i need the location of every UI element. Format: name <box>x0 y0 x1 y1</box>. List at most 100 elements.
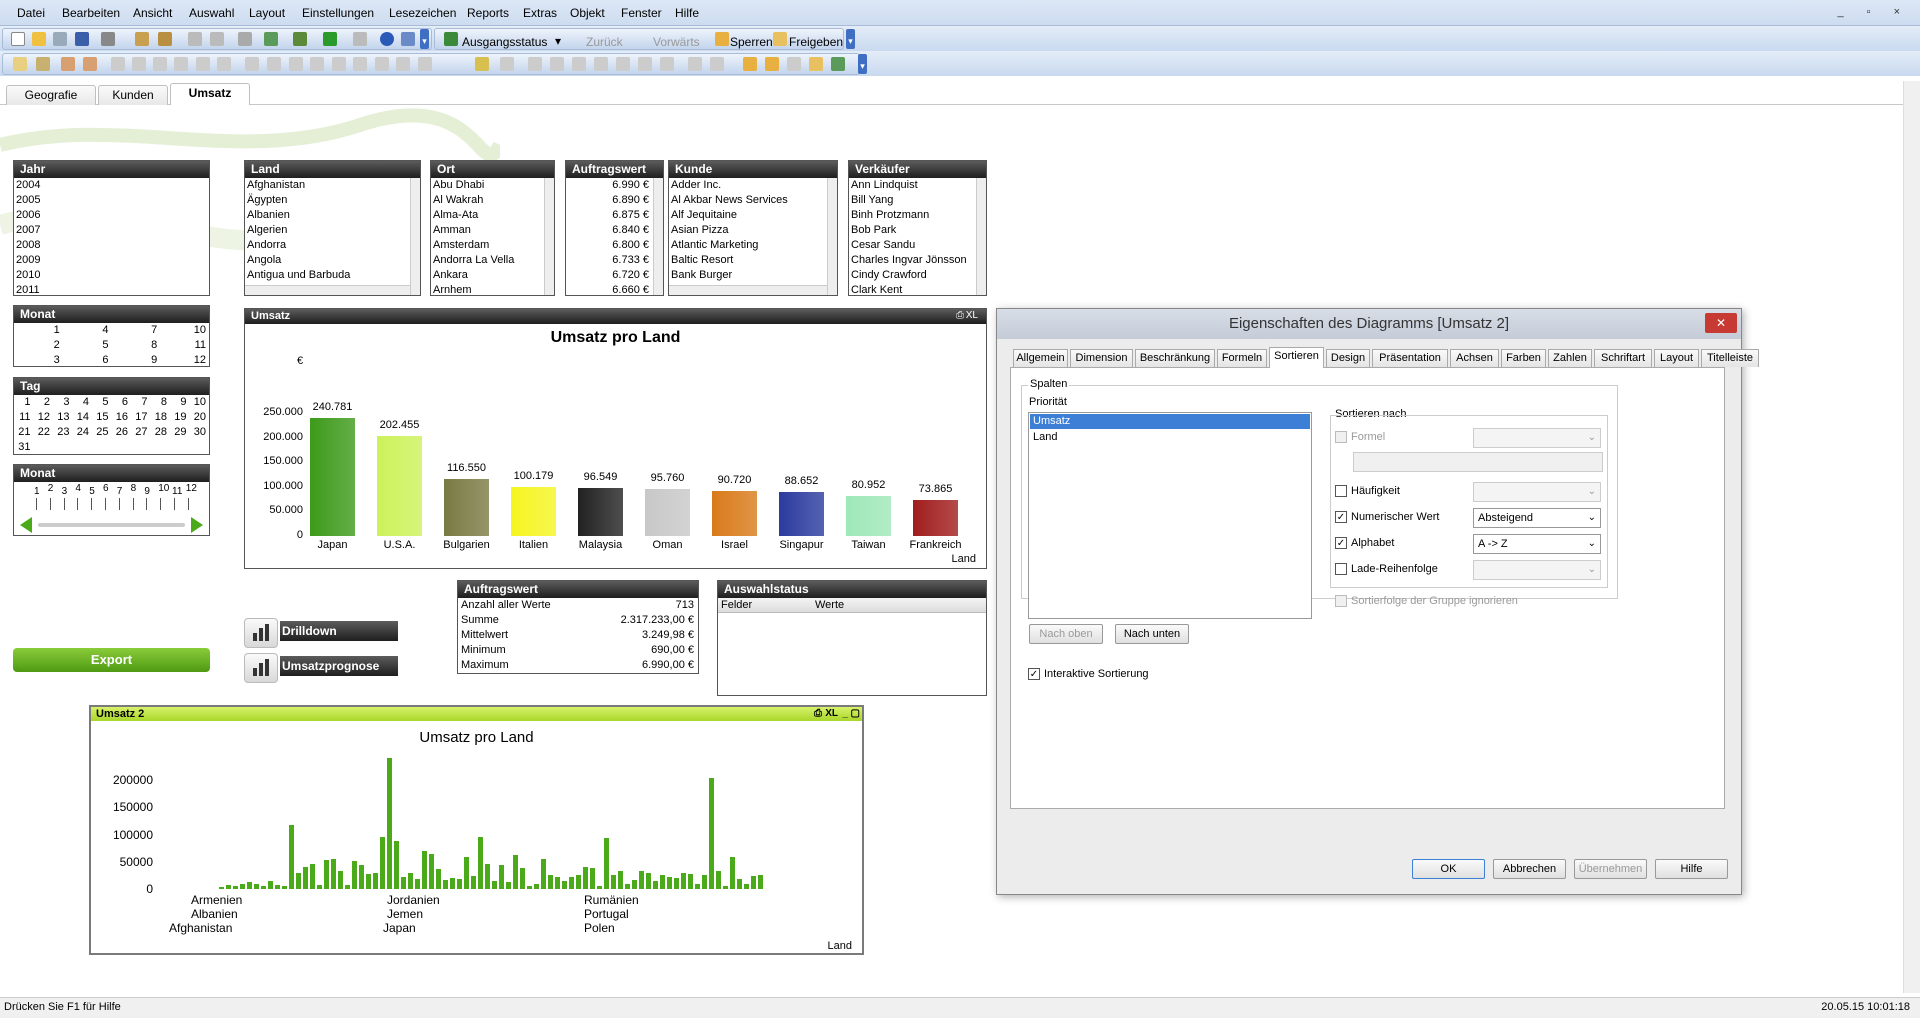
tag-cell[interactable]: 4 <box>73 395 93 410</box>
chart-bar[interactable] <box>226 884 231 889</box>
list-item[interactable]: Amsterdam <box>431 238 554 253</box>
monat-cell[interactable]: 5 <box>63 338 112 353</box>
dialog-tab-12[interactable]: Layout <box>1654 349 1699 367</box>
toolbar-grip-icon[interactable]: ▾ <box>858 54 867 74</box>
container-icon[interactable] <box>396 57 410 71</box>
toolbar-grip-icon[interactable]: ▾ <box>846 29 855 49</box>
haeufigkeit-checkbox[interactable] <box>1335 485 1347 497</box>
list-item[interactable]: Cindy Crawford <box>849 268 986 283</box>
new-sheet-icon[interactable] <box>13 57 27 71</box>
chart-bar[interactable] <box>625 883 630 889</box>
tag-cell[interactable]: 22 <box>34 425 54 440</box>
dialog-tab-1[interactable]: Allgemein <box>1013 349 1068 367</box>
menu-bearbeiten[interactable]: Bearbeiten <box>62 6 120 20</box>
chart-bar[interactable] <box>254 884 259 889</box>
tab-geografie[interactable]: Geografie <box>6 85 96 105</box>
export-button[interactable]: Export <box>13 648 210 672</box>
button-object-icon[interactable] <box>267 57 281 71</box>
multibox-icon[interactable] <box>153 57 167 71</box>
ok-button[interactable]: OK <box>1412 859 1485 879</box>
chart-bar[interactable] <box>513 855 518 889</box>
list-item[interactable]: Ann Lindquist <box>849 178 986 193</box>
list-item[interactable]: Binh Protzmann <box>849 208 986 223</box>
align-center-icon[interactable] <box>550 57 564 71</box>
horizontal-scrollbar[interactable] <box>245 285 410 295</box>
menu-fenster[interactable]: Fenster <box>621 6 662 20</box>
numerisch-dropdown[interactable]: Absteigend ⌄ <box>1473 508 1601 528</box>
list-item[interactable]: 6.720 € <box>566 268 653 283</box>
monat-cell[interactable]: 8 <box>112 338 161 353</box>
slider-icon[interactable] <box>332 57 346 71</box>
chart-bar[interactable] <box>444 478 489 536</box>
menu-reports[interactable]: Reports <box>467 6 509 20</box>
chart-bar[interactable] <box>667 877 672 889</box>
list-item[interactable]: Alma-Ata <box>431 208 554 223</box>
chart-bar[interactable] <box>758 874 763 889</box>
context-help-icon[interactable] <box>401 32 415 46</box>
menu-datei[interactable]: Datei <box>17 6 45 20</box>
tab-umsatz[interactable]: Umsatz <box>170 83 250 105</box>
tag-cell[interactable]: 16 <box>112 410 132 425</box>
tab-kunden[interactable]: Kunden <box>98 85 168 105</box>
tag-cell[interactable]: 20 <box>190 410 210 425</box>
dialog-tab-6[interactable]: Design <box>1326 349 1370 367</box>
hilfe-button[interactable]: Hilfe <box>1655 859 1728 879</box>
align-top-icon[interactable] <box>594 57 608 71</box>
tag-cell[interactable]: 11 <box>14 410 34 425</box>
chart-bar[interactable] <box>913 499 958 536</box>
chart-bar[interactable] <box>366 873 371 889</box>
vertical-scrollbar[interactable] <box>410 178 420 295</box>
edit-icon[interactable] <box>353 32 367 46</box>
list-item[interactable]: Andorra La Vella <box>431 253 554 268</box>
chart-bar[interactable] <box>751 875 756 889</box>
user-preferences-icon[interactable] <box>809 57 823 71</box>
chart-bar[interactable] <box>695 883 700 889</box>
dialog-tab-13[interactable]: Titelleiste <box>1701 349 1759 367</box>
new-icon[interactable] <box>11 32 25 46</box>
slider-track[interactable] <box>38 523 185 527</box>
drilldown-button[interactable]: Drilldown <box>244 618 398 648</box>
monat-cell[interactable]: 1 <box>14 323 63 338</box>
chart-bar[interactable] <box>611 874 616 889</box>
list-item[interactable]: 2009 <box>14 253 209 268</box>
chart-bar[interactable] <box>541 858 546 889</box>
monat-cell[interactable]: 11 <box>160 338 209 353</box>
reload-icon[interactable] <box>53 32 67 46</box>
chart-bar[interactable] <box>681 872 686 889</box>
vertical-scrollbar[interactable] <box>827 178 837 295</box>
tag-cell[interactable]: 12 <box>34 410 54 425</box>
list-item[interactable]: 6.733 € <box>566 253 653 268</box>
lade-checkbox[interactable] <box>1335 563 1347 575</box>
format-painter-icon[interactable] <box>475 57 489 71</box>
chart-bar[interactable] <box>240 883 245 889</box>
chart-bar[interactable] <box>492 881 497 889</box>
tag-cell[interactable]: 5 <box>92 395 112 410</box>
formel-input[interactable] <box>1353 452 1603 472</box>
tag-cell[interactable]: 19 <box>170 410 190 425</box>
vertical-scrollbar[interactable] <box>544 178 554 295</box>
chart-bar[interactable] <box>324 859 329 889</box>
align-bottom-icon[interactable] <box>638 57 652 71</box>
chart-bar[interactable] <box>408 872 413 889</box>
sheet-icon[interactable] <box>36 57 50 71</box>
list-item[interactable]: 2005 <box>14 193 209 208</box>
chart-bar[interactable] <box>674 878 679 889</box>
tag-cell[interactable]: 24 <box>73 425 93 440</box>
chart-bar[interactable] <box>415 879 420 889</box>
chart-bar[interactable] <box>436 869 441 889</box>
chart-bar[interactable] <box>506 882 511 889</box>
list-item[interactable]: Baltic Resort <box>669 253 837 268</box>
list-item[interactable]: Adder Inc. <box>669 178 837 193</box>
reload-data-icon[interactable] <box>158 32 172 46</box>
menu-layout[interactable]: Layout <box>249 6 285 20</box>
gruppe-checkbox[interactable] <box>1335 595 1347 607</box>
list-item[interactable]: 2004 <box>14 178 209 193</box>
chart-bar[interactable] <box>233 885 238 889</box>
chart-bar[interactable] <box>534 883 539 889</box>
chart-bar[interactable] <box>359 865 364 889</box>
distribute-icon[interactable] <box>660 57 674 71</box>
chart-bar[interactable] <box>289 824 294 889</box>
tag-cell[interactable]: 29 <box>170 425 190 440</box>
chart-bar[interactable] <box>401 877 406 889</box>
toolbar-grip-icon[interactable]: ▾ <box>420 29 429 49</box>
